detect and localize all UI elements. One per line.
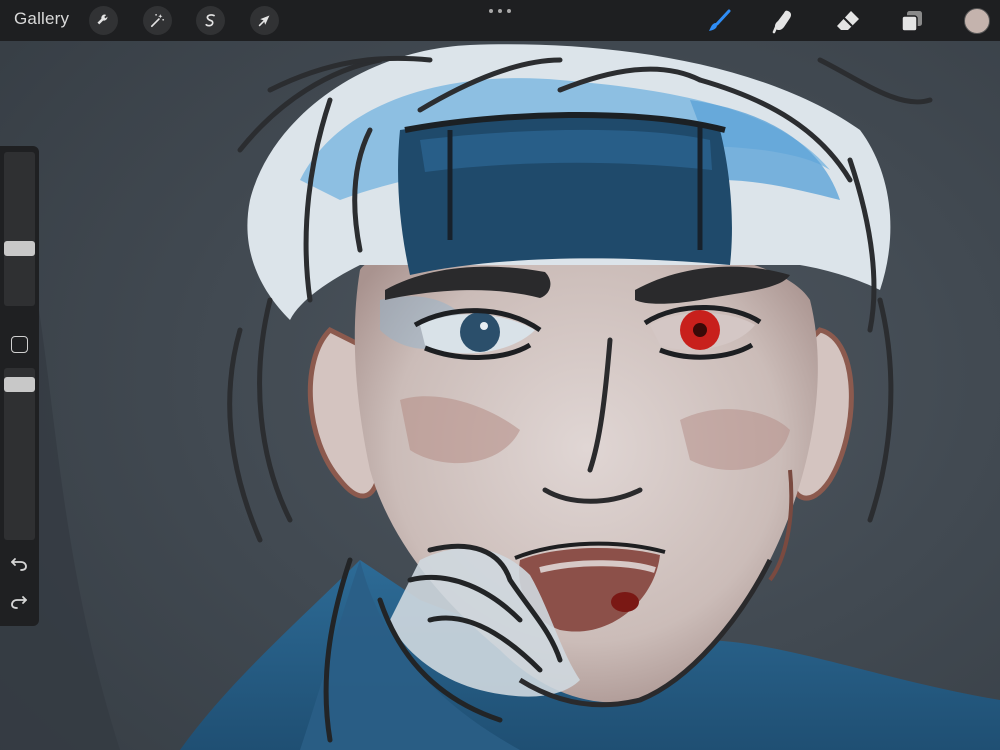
left-iris	[460, 312, 500, 352]
gallery-button[interactable]: Gallery	[14, 9, 69, 29]
arrow-cursor-icon	[258, 15, 270, 27]
undo-button[interactable]	[8, 552, 30, 574]
brush-size-slider[interactable]	[4, 152, 35, 306]
left-pupil-highlight	[480, 322, 488, 330]
top-toolbar: Gallery	[0, 0, 1000, 41]
brush-button[interactable]	[704, 6, 734, 36]
smudge-icon	[772, 10, 792, 34]
smudge-button[interactable]	[768, 6, 798, 36]
transform-button[interactable]	[250, 6, 279, 35]
brush-size-thumb[interactable]	[4, 240, 35, 256]
eraser-icon	[837, 11, 859, 30]
magic-wand-icon	[150, 13, 165, 28]
tongue-red	[611, 592, 639, 612]
undo-icon	[11, 558, 27, 571]
actions-button[interactable]	[89, 6, 118, 35]
layers-icon	[901, 11, 922, 32]
eraser-button[interactable]	[833, 6, 863, 36]
square-icon[interactable]	[11, 336, 28, 353]
brush-opacity-thumb[interactable]	[4, 377, 35, 393]
brush-opacity-slider[interactable]	[4, 368, 35, 540]
color-picker-swatch[interactable]	[964, 8, 990, 34]
brush-icon	[709, 9, 731, 31]
more-dots-icon[interactable]	[489, 6, 511, 16]
selection-button[interactable]	[196, 6, 225, 35]
redo-icon	[11, 596, 27, 609]
adjustments-button[interactable]	[143, 6, 172, 35]
drawing-canvas[interactable]	[0, 0, 1000, 750]
left-sidebar	[0, 146, 39, 626]
selection-s-icon	[205, 14, 215, 27]
right-pupil	[693, 323, 707, 337]
redo-button[interactable]	[8, 590, 30, 612]
layers-button[interactable]	[897, 6, 927, 36]
wrench-icon	[97, 14, 108, 25]
